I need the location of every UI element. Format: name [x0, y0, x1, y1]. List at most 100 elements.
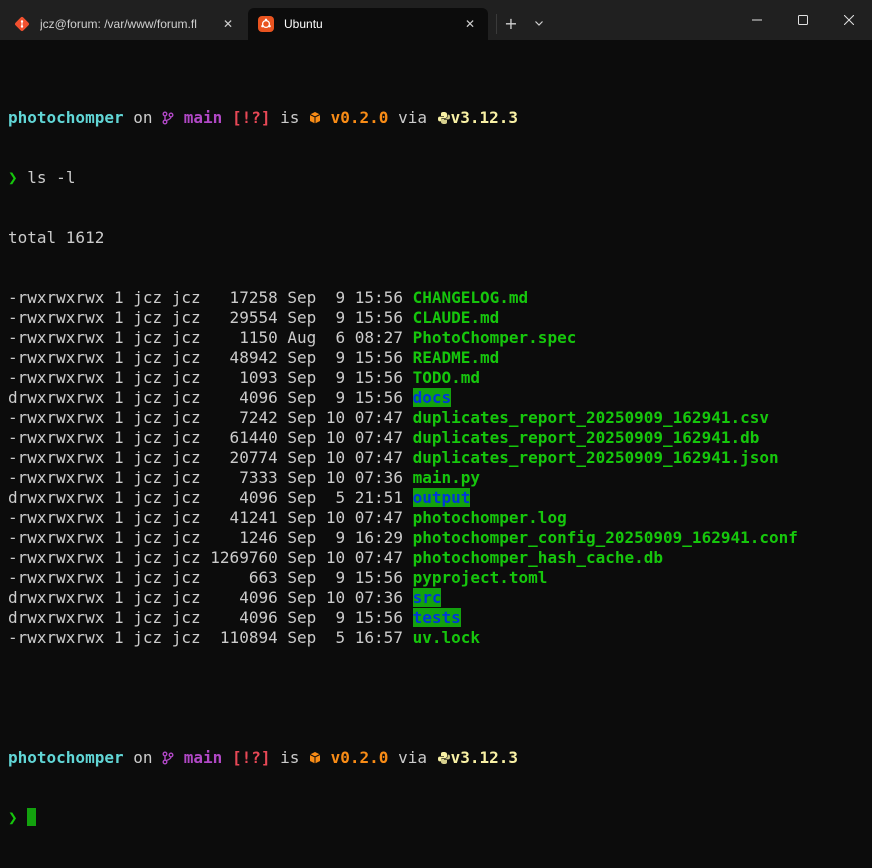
listing-row: -rwxrwxrwx 1 jcz jcz 7242 Sep 10 07:47 d… [8, 408, 864, 428]
listing-meta: -rwxrwxrwx 1 jcz jcz 1246 Sep 9 16:29 [8, 528, 413, 547]
terminal-output[interactable]: photochomper on main [!?] is v0.2.0 via … [8, 68, 864, 868]
file-name: photochomper.log [412, 508, 567, 527]
tab-title: Ubuntu [284, 17, 323, 31]
file-name: main.py [412, 468, 481, 487]
chevron-down-icon[interactable] [528, 12, 550, 34]
file-name: uv.lock [412, 628, 481, 647]
close-window-button[interactable] [826, 0, 872, 40]
git-icon [14, 16, 30, 32]
file-name: CLAUDE.md [412, 308, 500, 327]
prompt-dir: photochomper [8, 748, 124, 767]
prompt-line: photochomper on main [!?] is v0.2.0 via … [8, 748, 519, 767]
listing-meta: -rwxrwxrwx 1 jcz jcz 7242 Sep 10 07:47 [8, 408, 413, 427]
listing-meta: -rwxrwxrwx 1 jcz jcz 20774 Sep 10 07:47 [8, 448, 413, 467]
prompt-dir: photochomper [8, 108, 124, 127]
directory-name: src [412, 588, 442, 607]
listing-meta: -rwxrwxrwx 1 jcz jcz 61440 Sep 10 07:47 [8, 428, 413, 447]
directory-name: output [412, 488, 471, 507]
command-text: ls -l [27, 168, 76, 187]
listing-row: -rwxrwxrwx 1 jcz jcz 29554 Sep 9 15:56 C… [8, 308, 864, 328]
listing-row: -rwxrwxrwx 1 jcz jcz 48942 Sep 9 15:56 R… [8, 348, 864, 368]
file-name: duplicates_report_20250909_162941.csv [412, 408, 769, 427]
prompt-status: [!?] [231, 748, 271, 767]
package-icon [309, 108, 321, 127]
title-bar: jcz@forum: /var/www/forum.fl ✕ Ubuntu ✕ … [0, 0, 872, 40]
listing-meta: drwxrwxrwx 1 jcz jcz 4096 Sep 10 07:36 [8, 588, 413, 607]
command-line: ❯ ls -l [8, 168, 864, 188]
file-name: photochomper_config_20250909_162941.conf [412, 528, 798, 547]
listing-meta: drwxrwxrwx 1 jcz jcz 4096 Sep 9 15:56 [8, 388, 413, 407]
listing-row: -rwxrwxrwx 1 jcz jcz 110894 Sep 5 16:57 … [8, 628, 864, 648]
git-branch-icon [162, 108, 174, 127]
listing-meta: -rwxrwxrwx 1 jcz jcz 41241 Sep 10 07:47 [8, 508, 413, 527]
python-icon [437, 748, 451, 767]
listing-row: drwxrwxrwx 1 jcz jcz 4096 Sep 10 07:36 s… [8, 588, 864, 608]
close-icon[interactable]: ✕ [220, 16, 236, 32]
prompt-version: v0.2.0 [330, 748, 389, 767]
prompt-arrow: ❯ [8, 808, 18, 827]
listing-row: -rwxrwxrwx 1 jcz jcz 1269760 Sep 10 07:4… [8, 548, 864, 568]
listing-row: -rwxrwxrwx 1 jcz jcz 1246 Sep 9 16:29 ph… [8, 528, 864, 548]
new-tab-button[interactable]: + [500, 12, 522, 34]
tab-ubuntu[interactable]: Ubuntu ✕ [248, 8, 488, 40]
listing-row: drwxrwxrwx 1 jcz jcz 4096 Sep 9 15:56 do… [8, 388, 864, 408]
listing-meta: -rwxrwxrwx 1 jcz jcz 1093 Sep 9 15:56 [8, 368, 413, 387]
listing-meta: -rwxrwxrwx 1 jcz jcz 48942 Sep 9 15:56 [8, 348, 413, 367]
listing-meta: -rwxrwxrwx 1 jcz jcz 1269760 Sep 10 07:4… [8, 548, 413, 567]
prompt-python-version: v3.12.3 [450, 748, 519, 767]
file-name: CHANGELOG.md [412, 288, 529, 307]
tab-divider [496, 14, 497, 34]
file-name: PhotoChomper.spec [412, 328, 577, 347]
minimize-icon [752, 19, 762, 21]
close-icon[interactable]: ✕ [462, 16, 478, 32]
file-name: pyproject.toml [412, 568, 548, 587]
listing-row: -rwxrwxrwx 1 jcz jcz 1093 Sep 9 15:56 TO… [8, 368, 864, 388]
listing-row: -rwxrwxrwx 1 jcz jcz 17258 Sep 9 15:56 C… [8, 288, 864, 308]
listing-row: -rwxrwxrwx 1 jcz jcz 41241 Sep 10 07:47 … [8, 508, 864, 528]
listing-meta: -rwxrwxrwx 1 jcz jcz 1150 Aug 6 08:27 [8, 328, 413, 347]
listing-row: drwxrwxrwx 1 jcz jcz 4096 Sep 5 21:51 ou… [8, 488, 864, 508]
maximize-icon [798, 15, 808, 25]
package-icon [309, 748, 321, 767]
listing-row: -rwxrwxrwx 1 jcz jcz 61440 Sep 10 07:47 … [8, 428, 864, 448]
listing-row: -rwxrwxrwx 1 jcz jcz 7333 Sep 10 07:36 m… [8, 468, 864, 488]
terminal-window: jcz@forum: /var/www/forum.fl ✕ Ubuntu ✕ … [0, 0, 872, 827]
listing-row: -rwxrwxrwx 1 jcz jcz 1150 Aug 6 08:27 Ph… [8, 328, 864, 348]
python-icon [437, 108, 451, 127]
listing-meta: -rwxrwxrwx 1 jcz jcz 110894 Sep 5 16:57 [8, 628, 413, 647]
close-icon [844, 15, 854, 25]
directory-name: docs [412, 388, 452, 407]
prompt-status: [!?] [231, 108, 271, 127]
git-branch-icon [162, 748, 174, 767]
maximize-button[interactable] [780, 0, 826, 40]
minimize-button[interactable] [734, 0, 780, 40]
listing-row: -rwxrwxrwx 1 jcz jcz 663 Sep 9 15:56 pyp… [8, 568, 864, 588]
file-name: TODO.md [412, 368, 481, 387]
text-cursor [27, 808, 37, 826]
prompt-arrow: ❯ [8, 168, 18, 187]
directory-name: tests [412, 608, 461, 627]
prompt-python-version: v3.12.3 [450, 108, 519, 127]
tab-forum[interactable]: jcz@forum: /var/www/forum.fl ✕ [4, 8, 246, 40]
total-line: total 1612 [8, 228, 105, 247]
listing-meta: -rwxrwxrwx 1 jcz jcz 7333 Sep 10 07:36 [8, 468, 413, 487]
tab-title: jcz@forum: /var/www/forum.fl [40, 17, 197, 31]
prompt-branch: main [183, 108, 223, 127]
listing-meta: -rwxrwxrwx 1 jcz jcz 29554 Sep 9 15:56 [8, 308, 413, 327]
file-name: photochomper_hash_cache.db [412, 548, 664, 567]
listing-meta: drwxrwxrwx 1 jcz jcz 4096 Sep 9 15:56 [8, 608, 413, 627]
file-name: README.md [412, 348, 500, 367]
listing-meta: -rwxrwxrwx 1 jcz jcz 17258 Sep 9 15:56 [8, 288, 413, 307]
listing-meta: drwxrwxrwx 1 jcz jcz 4096 Sep 5 21:51 [8, 488, 413, 507]
file-name: duplicates_report_20250909_162941.db [412, 428, 760, 447]
listing-meta: -rwxrwxrwx 1 jcz jcz 663 Sep 9 15:56 [8, 568, 413, 587]
prompt-branch: main [183, 748, 223, 767]
input-line[interactable]: ❯ [8, 808, 864, 828]
file-name: duplicates_report_20250909_162941.json [412, 448, 779, 467]
file-listing: -rwxrwxrwx 1 jcz jcz 17258 Sep 9 15:56 C… [8, 288, 864, 648]
ubuntu-icon [258, 16, 274, 32]
prompt-version: v0.2.0 [330, 108, 389, 127]
prompt-line: photochomper on main [!?] is v0.2.0 via … [8, 108, 519, 127]
listing-row: drwxrwxrwx 1 jcz jcz 4096 Sep 9 15:56 te… [8, 608, 864, 628]
